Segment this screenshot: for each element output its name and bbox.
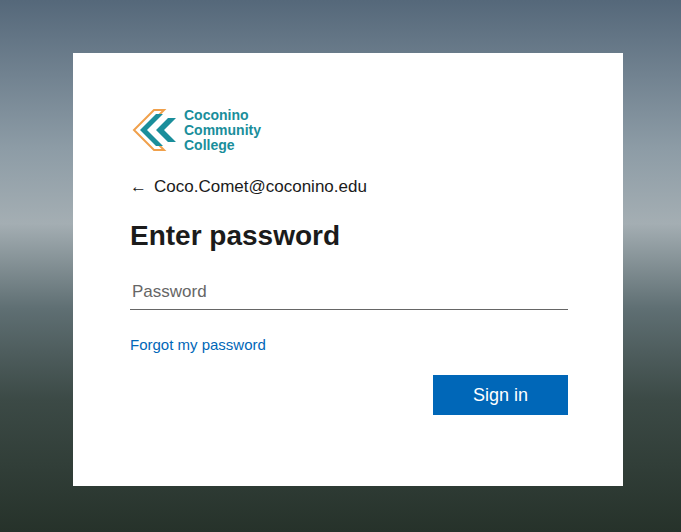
forgot-password-link[interactable]: Forgot my password [130, 335, 266, 355]
back-arrow-icon[interactable]: ← [130, 176, 146, 198]
college-logo: CoconinoCommunityCollege [130, 108, 568, 152]
sign-in-button[interactable]: Sign in [433, 375, 568, 415]
sign-in-page: CoconinoCommunityCollege ← Coco.Comet@coc… [0, 0, 681, 532]
password-input[interactable] [130, 274, 568, 310]
account-row[interactable]: ← Coco.Comet@coconino.edu [130, 176, 568, 198]
logo-text-line: Coconino [184, 108, 261, 123]
college-logo-icon [130, 108, 180, 152]
sign-in-card: CoconinoCommunityCollege ← Coco.Comet@coc… [73, 53, 623, 486]
logo-text-line: College [184, 138, 261, 153]
logo-text-line: Community [184, 123, 261, 138]
page-heading: Enter password [130, 218, 568, 254]
account-email: Coco.Comet@coconino.edu [154, 176, 367, 198]
